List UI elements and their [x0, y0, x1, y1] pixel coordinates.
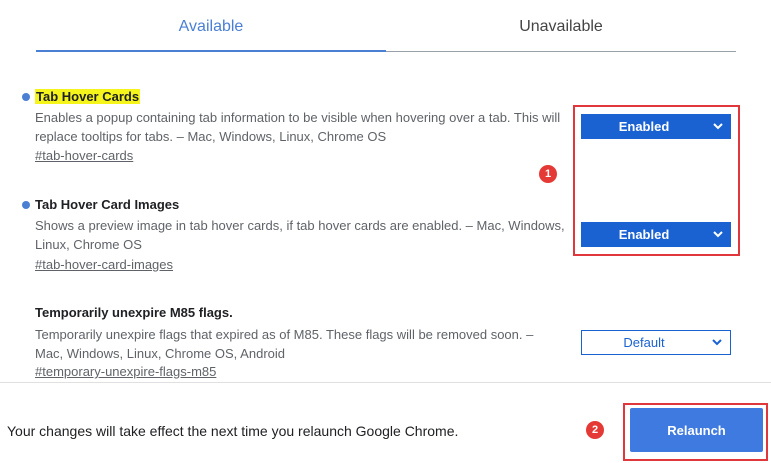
modified-dot-icon [22, 201, 30, 209]
flag-description: Temporarily unexpire flags that expired … [35, 327, 534, 361]
flag-link[interactable]: #tab-hover-card-images [35, 257, 173, 272]
active-tab-indicator [36, 50, 386, 52]
annotation-badge-2: 2 [586, 421, 604, 439]
annotation-badge-1: 1 [539, 165, 557, 183]
flag-link[interactable]: #temporary-unexpire-flags-m85 [35, 364, 216, 379]
chevron-down-icon [712, 339, 722, 346]
tab-divider [386, 51, 736, 52]
tab-unavailable[interactable]: Unavailable [386, 18, 736, 36]
tab-available[interactable]: Available [36, 18, 386, 36]
flag-description: Shows a preview image in tab hover cards… [35, 218, 565, 252]
flag-title: Tab Hover Cards [35, 89, 141, 104]
relaunch-button[interactable]: Relaunch [630, 408, 763, 452]
relaunch-message: Your changes will take effect the next t… [7, 423, 459, 439]
flag-select[interactable]: Default [581, 330, 731, 355]
annotation-box-selects [573, 105, 740, 256]
modified-dot-icon [22, 93, 30, 101]
flag-description: Enables a popup containing tab informati… [35, 110, 561, 144]
flag-title: Tab Hover Card Images [35, 197, 180, 212]
flag-select-value: Default [623, 335, 665, 350]
flag-title: Temporarily unexpire M85 flags. [35, 305, 233, 320]
relaunch-footer: Your changes will take effect the next t… [0, 382, 771, 463]
tab-bar: Available Unavailable [36, 0, 736, 53]
flag-link[interactable]: #tab-hover-cards [35, 148, 133, 163]
